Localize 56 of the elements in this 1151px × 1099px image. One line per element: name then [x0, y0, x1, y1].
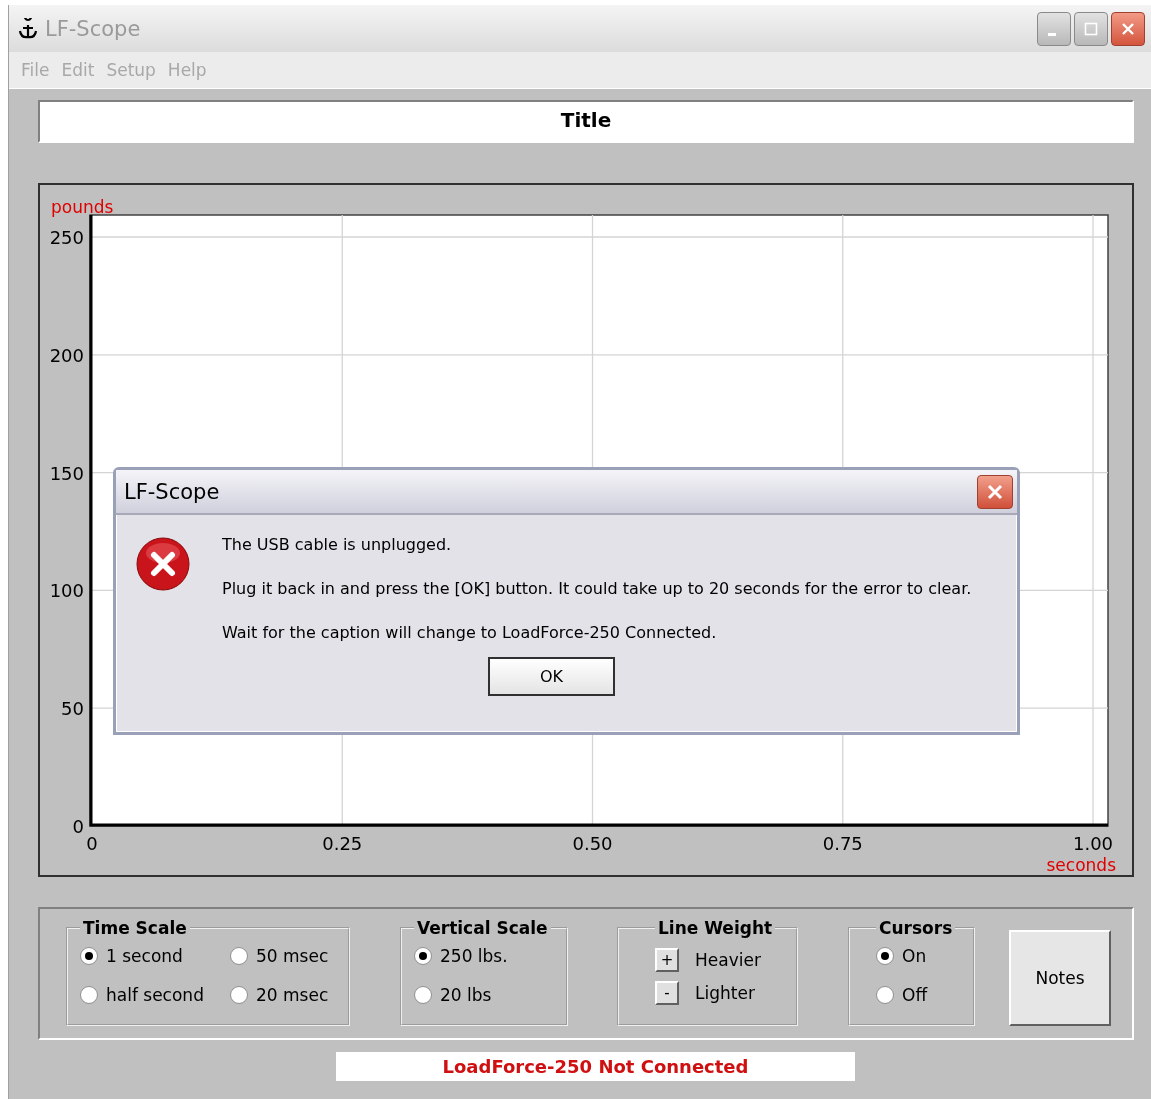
radio-button[interactable]: [414, 947, 432, 965]
minimize-button[interactable]: [1037, 11, 1071, 46]
radio-label: 250 lbs.: [440, 946, 508, 966]
error-icon: [136, 537, 190, 591]
radio-button[interactable]: [230, 986, 248, 1004]
group-title: Cursors: [878, 918, 954, 938]
tick-label: 0.50: [572, 833, 613, 854]
step-button[interactable]: -: [655, 981, 679, 1005]
radio-button[interactable]: [876, 947, 894, 965]
radio-label: 1 second: [106, 946, 183, 966]
message-text: Plug it back in and press the [OK] button. It could take up to 20 seconds for the error to clear.: [222, 578, 972, 600]
close-button[interactable]: [1111, 11, 1145, 46]
tick-label: 150: [49, 462, 84, 484]
radio-label: half second: [106, 985, 204, 1005]
radio-label: 50 msec: [256, 946, 329, 966]
message-text: The USB cable is unplugged.: [222, 534, 453, 556]
radio-button[interactable]: [80, 986, 98, 1004]
radio-label: Off: [902, 985, 928, 1005]
radio-label: 20 lbs: [440, 985, 492, 1005]
tick-label: 100: [49, 580, 84, 602]
close-button[interactable]: [977, 474, 1013, 509]
close-icon: [986, 482, 1004, 501]
radio-button[interactable]: [414, 986, 432, 1004]
axis-title: pounds: [51, 197, 114, 217]
window-title: LF-Scope: [45, 16, 141, 41]
notes-button[interactable]: Notes: [1009, 930, 1111, 1026]
group-title: Line Weight: [657, 918, 774, 938]
tick-label: 250: [49, 227, 84, 248]
tick-label: 200: [49, 344, 84, 366]
tick-label: 50: [61, 698, 84, 720]
close-icon: [1121, 21, 1135, 36]
axis-title: seconds: [1046, 855, 1116, 875]
group-title: Vertical Scale: [416, 918, 549, 938]
step-label: Heavier: [695, 950, 761, 970]
tick-label: 0.75: [822, 833, 863, 854]
radio-label: On: [902, 946, 927, 966]
status-field: LoadForce-250 Not Connected: [336, 1052, 855, 1081]
radio-button[interactable]: [80, 947, 98, 965]
radio-button[interactable]: [230, 947, 248, 965]
step-button[interactable]: +: [655, 948, 679, 972]
radio-button[interactable]: [876, 986, 894, 1004]
title-field[interactable]: Title: [38, 100, 1134, 143]
group-title: Time Scale: [82, 918, 188, 938]
tick-label: 1.00: [1072, 833, 1114, 854]
anchor-icon: [17, 17, 39, 40]
tick-label: 0: [72, 816, 84, 837]
tick-label: 0: [86, 833, 98, 854]
radio-label: 20 msec: [256, 985, 329, 1005]
maximize-icon: [1084, 21, 1098, 36]
tick-label: 0.25: [322, 833, 363, 854]
message-text: Wait for the caption will change to LoadForce-250 Connected.: [222, 622, 718, 644]
step-label: Lighter: [695, 983, 755, 1003]
maximize-button[interactable]: [1074, 11, 1108, 46]
dialog-title: LF-Scope: [124, 479, 220, 504]
ok-button[interactable]: OK: [488, 657, 615, 696]
minimize-icon: [1048, 32, 1056, 36]
